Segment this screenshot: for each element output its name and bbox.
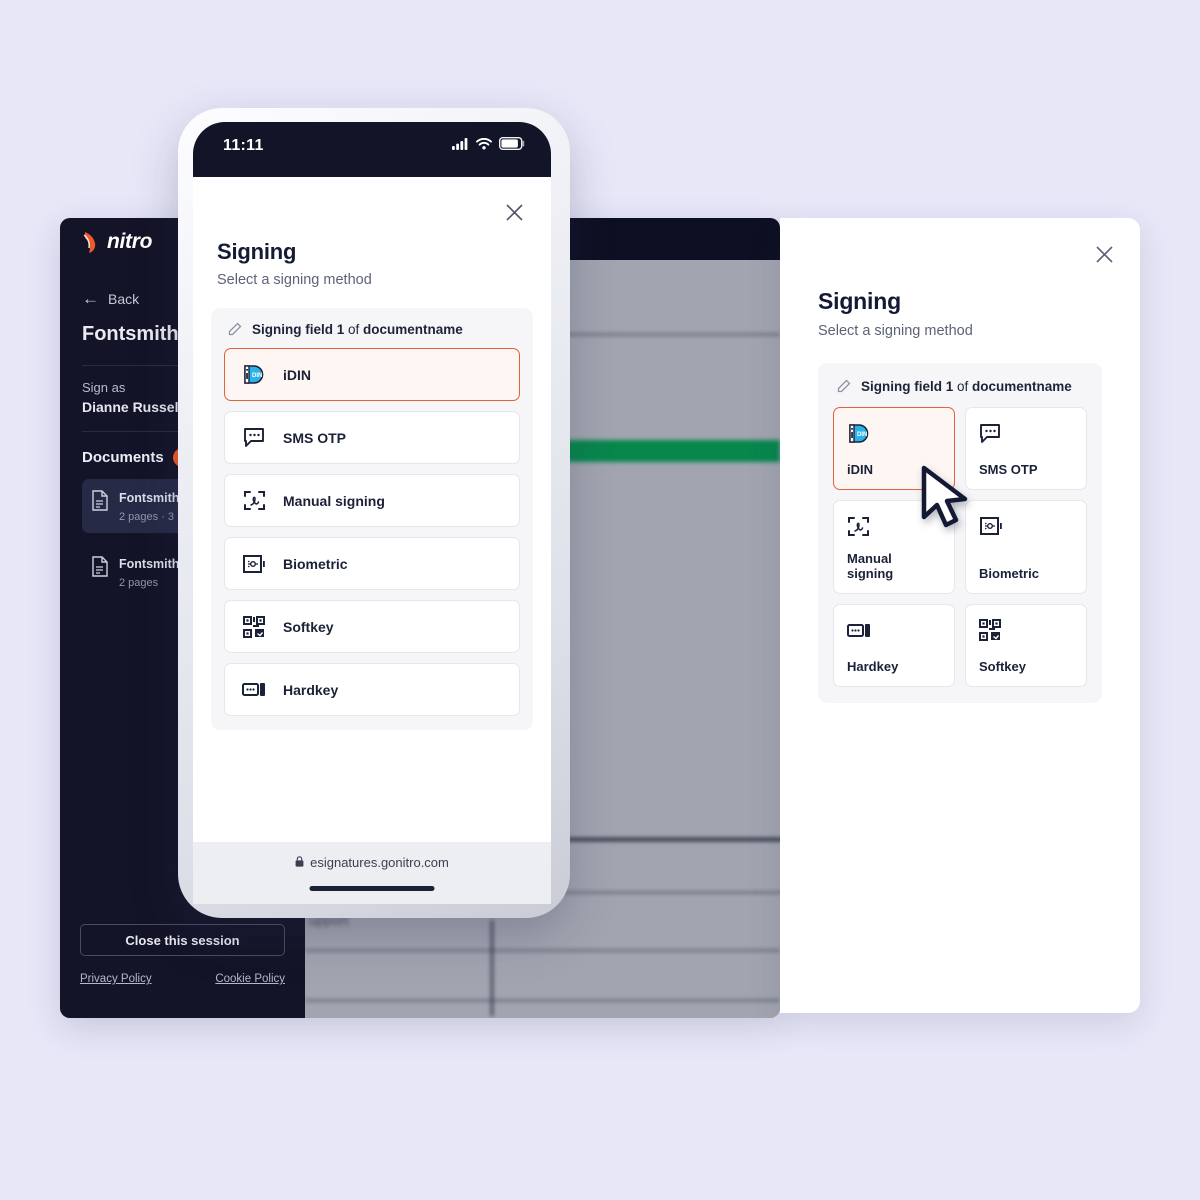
signing-field-header: Signing field 1 of documentname <box>224 322 520 337</box>
signing-field-connector: of <box>953 379 973 394</box>
manual-signature-icon <box>242 489 266 512</box>
close-icon[interactable] <box>501 199 527 225</box>
method-label: SMS OTP <box>283 429 347 446</box>
method-tile-manual-signing[interactable]: Manual signing <box>833 500 955 594</box>
method-label: iDIN <box>283 366 311 383</box>
method-row-biometric[interactable]: Biometric <box>224 537 520 590</box>
method-label: SMS OTP <box>979 462 1038 477</box>
nitro-mark-icon <box>82 231 101 254</box>
panel-title: Signing <box>818 288 901 314</box>
panel-header: Signing Select a signing method <box>780 218 1140 339</box>
pencil-icon <box>227 322 242 337</box>
method-tile-idin[interactable]: DIN iDIN <box>833 407 955 490</box>
phone-method-list: DIN iDIN SMS OTP Manual signing Biometri… <box>224 348 520 716</box>
method-label: Biometric <box>979 566 1039 581</box>
status-bar-icons <box>452 136 525 155</box>
sms-bubble-icon <box>242 427 266 448</box>
phone-subtitle: Select a signing method <box>217 272 372 288</box>
signing-field-text: Signing field 1 of documentname <box>252 322 463 337</box>
method-label: Softkey <box>283 618 334 635</box>
method-label: Hardkey <box>847 659 899 674</box>
browser-url-bar[interactable]: esignatures.gonitro.com <box>193 842 551 904</box>
phone-signing-field-card: Signing field 1 of documentname DIN iDIN… <box>211 308 533 730</box>
method-label: Hardkey <box>283 681 339 698</box>
usb-token-icon <box>242 682 266 697</box>
close-session-button[interactable]: Close this session <box>80 924 285 956</box>
document-file-icon <box>91 490 108 512</box>
method-label: Softkey <box>979 659 1026 674</box>
phone-header: Signing Select a signing method <box>193 177 551 288</box>
screenshot-canvas: INVOICE 1 DUE: 01/01/2023 St ates outloo… <box>0 0 1200 1200</box>
svg-text:DIN: DIN <box>252 373 262 379</box>
method-label: iDIN <box>847 462 873 477</box>
battery-icon <box>498 136 525 155</box>
cookie-policy-link[interactable]: Cookie Policy <box>215 973 285 985</box>
idin-icon: DIN <box>242 364 266 385</box>
svg-text:DIN: DIN <box>857 432 867 438</box>
method-tile-softkey[interactable]: Softkey <box>965 604 1087 687</box>
wifi-icon <box>476 137 492 155</box>
signing-method-grid: DIN iDIN SMS OTP Manual signing Biometri… <box>833 407 1087 687</box>
arrow-left-icon: ← <box>82 289 99 308</box>
browser-url: esignatures.gonitro.com <box>310 855 449 870</box>
documents-label: Documents <box>82 449 164 467</box>
qr-code-icon <box>242 615 266 638</box>
signing-method-panel: Signing Select a signing method Signing … <box>780 218 1140 1013</box>
signing-field-prefix: Signing field 1 <box>252 322 345 337</box>
phone-status-bar: 11:11 <box>193 122 551 177</box>
method-row-hardkey[interactable]: Hardkey <box>224 663 520 716</box>
method-label: Manual signing <box>847 551 894 581</box>
method-label: Biometric <box>283 555 348 572</box>
lock-icon <box>295 855 304 870</box>
phone-title: Signing <box>217 239 297 264</box>
method-row-softkey[interactable]: Softkey <box>224 600 520 653</box>
pencil-icon <box>836 379 851 394</box>
manual-signature-icon <box>847 514 941 538</box>
method-row-idin[interactable]: DIN iDIN <box>224 348 520 401</box>
method-tile-sms-otp[interactable]: SMS OTP <box>965 407 1087 490</box>
method-tile-biometric[interactable]: Biometric <box>965 500 1087 594</box>
panel-subtitle: Select a signing method <box>818 323 973 339</box>
signing-field-prefix: Signing field 1 <box>861 379 954 394</box>
signing-field-document: documentname <box>972 379 1072 394</box>
phone-screen: 11:11 Signing Select a signing method Si… <box>193 122 551 904</box>
biometric-icon <box>979 514 1073 538</box>
signing-field-document: documentname <box>363 322 463 337</box>
status-bar-time: 11:11 <box>223 136 264 154</box>
method-row-sms-otp[interactable]: SMS OTP <box>224 411 520 464</box>
biometric-icon <box>242 554 266 574</box>
cellular-signal-icon <box>452 137 469 155</box>
back-label: Back <box>108 290 140 307</box>
nitro-wordmark: nitro <box>107 230 153 253</box>
signing-field-card: Signing field 1 of documentname DIN iDIN… <box>818 363 1102 703</box>
close-icon[interactable] <box>1090 240 1118 268</box>
signing-field-text: Signing field 1 of documentname <box>861 379 1072 394</box>
idin-icon: DIN <box>847 421 941 445</box>
sms-bubble-icon <box>979 421 1073 445</box>
privacy-policy-link[interactable]: Privacy Policy <box>80 973 152 985</box>
method-row-manual-signing[interactable]: Manual signing <box>224 474 520 527</box>
home-indicator <box>309 886 435 891</box>
usb-token-icon <box>847 618 941 642</box>
document-file-icon <box>91 556 108 578</box>
url-text-group: esignatures.gonitro.com <box>295 855 449 870</box>
phone-mockup: 11:11 Signing Select a signing method Si… <box>178 108 570 918</box>
method-tile-hardkey[interactable]: Hardkey <box>833 604 955 687</box>
method-label: Manual signing <box>283 492 385 509</box>
qr-code-icon <box>979 618 1073 642</box>
signing-field-connector: of <box>344 322 364 337</box>
policy-links: Privacy Policy Cookie Policy <box>80 973 285 985</box>
signing-field-header: Signing field 1 of documentname <box>833 379 1087 394</box>
